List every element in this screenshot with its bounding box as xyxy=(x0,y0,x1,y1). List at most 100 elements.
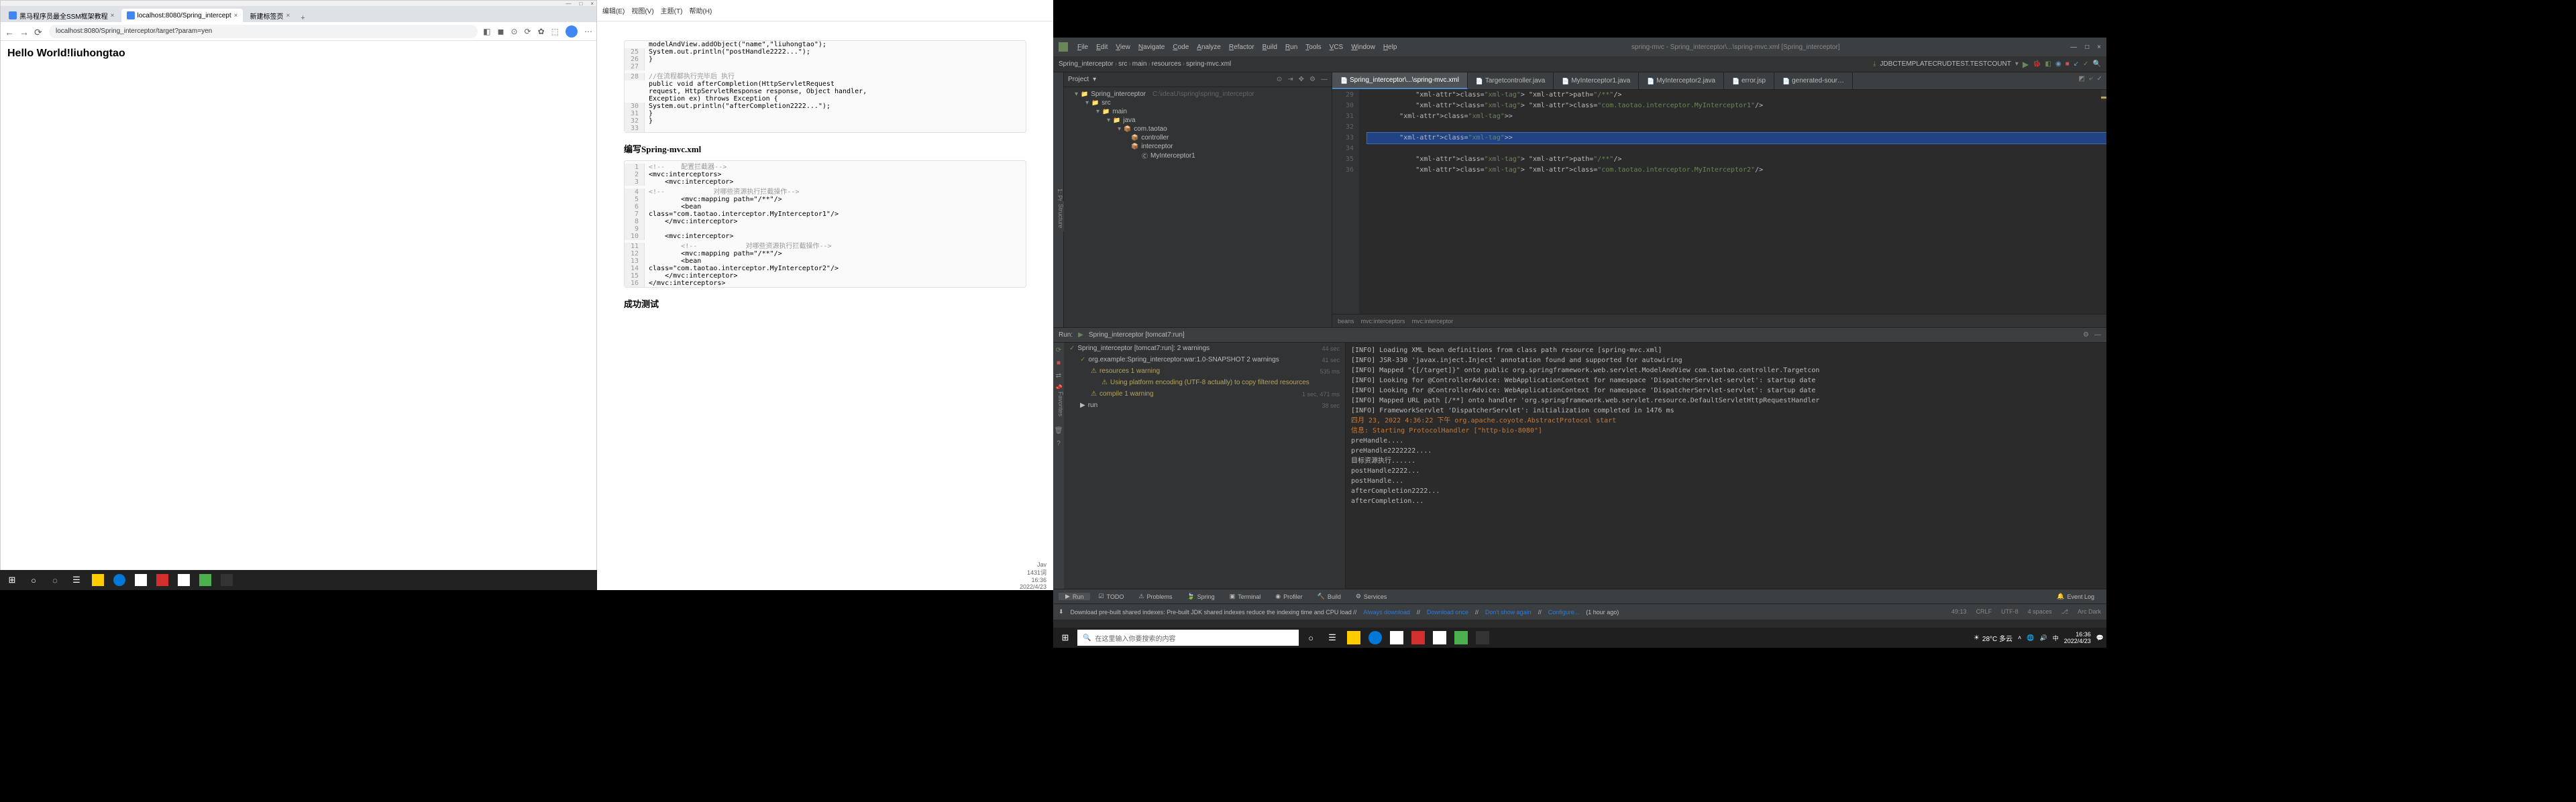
app-icon[interactable] xyxy=(131,572,150,588)
extension-icon[interactable]: ✿ xyxy=(538,27,545,36)
crumb[interactable]: mvc:interceptor xyxy=(1412,318,1454,325)
project-tree[interactable]: ▾📁 Spring_interceptorC:\ideaU\spring\spr… xyxy=(1064,87,1332,164)
bottom-tab-run[interactable]: ▶Run xyxy=(1059,593,1090,600)
hide-icon[interactable]: — xyxy=(1321,76,1328,83)
app-icon[interactable] xyxy=(1452,630,1470,646)
debug-icon[interactable]: 🐞 xyxy=(2033,60,2041,68)
menu-run[interactable]: Run xyxy=(1281,44,1301,51)
event-log-tab[interactable]: 🔔 Event Log xyxy=(2050,593,2101,600)
reader-mode-icon[interactable]: ◩ xyxy=(2079,75,2085,82)
editor-tab[interactable]: 📄Targetcontroller.java xyxy=(1468,72,1554,89)
taskbar-search-input[interactable]: 🔍 在这里输入你要搜索的内容 xyxy=(1077,630,1299,646)
search-icon[interactable]: ○ xyxy=(24,572,43,588)
menu-theme[interactable]: 主题(T) xyxy=(661,5,683,15)
left-toolwindow-stripe[interactable]: 1: Project xyxy=(1053,72,1064,327)
tray-chevron-icon[interactable]: ˄ xyxy=(2018,634,2021,641)
bottom-tab-build[interactable]: 🔨Build xyxy=(1311,593,1348,600)
window-maximize-button[interactable]: □ xyxy=(2085,44,2089,51)
soft-wrap-icon[interactable]: ⤶ xyxy=(2089,75,2093,82)
status-line-sep[interactable]: CRLF xyxy=(1976,608,1992,616)
status-theme[interactable]: Arc Dark xyxy=(2078,608,2101,616)
chevron-down-icon[interactable]: ▾ xyxy=(1093,76,1096,83)
tree-node[interactable]: ▾📦 com.taotao xyxy=(1064,125,1332,133)
app-icon[interactable] xyxy=(1387,630,1406,646)
clear-icon[interactable]: 🗑 xyxy=(1055,427,1063,435)
app-icon[interactable] xyxy=(153,572,172,588)
window-close-button[interactable]: × xyxy=(2097,44,2101,51)
refresh-icon[interactable]: ⟳ xyxy=(34,27,44,36)
status-encoding[interactable]: UTF-8 xyxy=(2001,608,2019,616)
build-icon[interactable]: ⤓ xyxy=(1873,60,1876,68)
extension-icon[interactable]: ⊙ xyxy=(511,27,517,36)
app-icon[interactable] xyxy=(1430,630,1449,646)
menu-view[interactable]: 视图(V) xyxy=(631,5,653,15)
run-build-tree[interactable]: ✓ Spring_interceptor [tomcat7:run]: 2 wa… xyxy=(1064,343,1346,589)
breadcrumb-item[interactable]: main xyxy=(1132,60,1147,68)
url-input[interactable]: localhost:8080/Spring_interceptor/target… xyxy=(49,25,478,38)
menu-navigate[interactable]: Navigate xyxy=(1134,44,1169,51)
run-tree-item[interactable]: ✓ Spring_interceptor [tomcat7:run]: 2 wa… xyxy=(1064,343,1345,354)
locate-icon[interactable]: ⊙ xyxy=(1277,76,1282,83)
status-indent[interactable]: 4 spaces xyxy=(2028,608,2052,616)
extension-icon[interactable]: ⟳ xyxy=(525,27,531,36)
editor-tab[interactable]: 📄MyInterceptor2.java xyxy=(1639,72,1724,89)
tree-node[interactable]: ▾📁 src xyxy=(1064,99,1332,107)
run-tree-item[interactable]: ⚠ resources 1 warning535 ms xyxy=(1064,365,1345,377)
app-icon[interactable] xyxy=(1409,630,1428,646)
menu-view[interactable]: View xyxy=(1112,44,1134,51)
stop-icon[interactable]: ■ xyxy=(1057,359,1061,367)
run-icon[interactable]: ▶ xyxy=(2023,60,2029,69)
stop-icon[interactable]: ■ xyxy=(2065,60,2070,68)
crumb[interactable]: beans xyxy=(1338,318,1354,325)
editor-tab[interactable]: 📄MyInterceptor1.java xyxy=(1554,72,1639,89)
hide-icon[interactable]: — xyxy=(2094,331,2101,339)
download-dontshow-link[interactable]: Don't show again xyxy=(1485,609,1532,616)
git-commit-icon[interactable]: ✓ xyxy=(2083,60,2088,68)
back-icon[interactable]: ← xyxy=(5,27,14,36)
download-once-link[interactable]: Download once xyxy=(1427,609,1468,616)
menu-window[interactable]: Window xyxy=(1347,44,1379,51)
tree-node[interactable]: 📦 interceptor xyxy=(1064,142,1332,151)
window-close-button[interactable]: × xyxy=(590,1,594,7)
search-everywhere-icon[interactable]: 🔍 xyxy=(2093,60,2101,68)
breadcrumb-item[interactable]: resources xyxy=(1152,60,1181,68)
download-always-link[interactable]: Always download xyxy=(1363,609,1410,616)
run-tab-title[interactable]: Spring_interceptor [tomcat7:run] xyxy=(1089,331,1185,339)
run-tree-item[interactable]: ⚠ compile 1 warning1 sec, 471 ms xyxy=(1064,388,1345,400)
tree-node[interactable]: 📦 controller xyxy=(1064,133,1332,142)
collapse-icon[interactable]: ⇥ xyxy=(1287,76,1293,83)
editor-tab[interactable]: 📄generated-sour… xyxy=(1774,72,1853,89)
profile-icon[interactable]: ◉ xyxy=(2055,60,2061,68)
browser-tab[interactable]: 新建标签页 × xyxy=(244,9,295,22)
bottom-tab-problems[interactable]: ⚠Problems xyxy=(1132,593,1179,600)
tree-node[interactable]: Ⓒ MyInterceptor1 xyxy=(1064,151,1332,161)
status-git-branch[interactable]: ⎇ xyxy=(2061,608,2068,616)
editor-tab[interactable]: 📄error.jsp xyxy=(1724,72,1774,89)
cortana-icon[interactable]: ◌ xyxy=(46,572,64,588)
tree-node[interactable]: ▾📁 java xyxy=(1064,116,1332,125)
forward-icon[interactable]: → xyxy=(19,27,29,36)
app-icon[interactable] xyxy=(1473,630,1492,646)
gear-icon[interactable]: ⚙ xyxy=(1309,76,1316,83)
bottom-tab-todo[interactable]: ☑TODO xyxy=(1091,593,1130,600)
left-stripe-favorites[interactable]: Favorites xyxy=(1053,389,1064,419)
window-minimize-button[interactable]: — xyxy=(566,1,571,7)
inspect-icon[interactable]: ✓ xyxy=(2097,75,2102,82)
browser-tab[interactable]: 黑马程序员最全SSM框架教程 × xyxy=(3,9,120,22)
taskview-icon[interactable]: ☰ xyxy=(1323,630,1342,646)
tree-node[interactable]: ▾📁 main xyxy=(1064,107,1332,116)
menu-file[interactable]: File xyxy=(1073,44,1092,51)
download-configure-link[interactable]: Configure... xyxy=(1548,609,1580,616)
run-tree-item[interactable]: ⚠ Using platform encoding (UTF-8 actuall… xyxy=(1064,377,1345,388)
run-console[interactable]: [INFO] Loading XML bean definitions from… xyxy=(1346,343,2106,589)
rerun-icon[interactable]: ⟳ xyxy=(1056,347,1061,354)
tray-network-icon[interactable]: 🌐 xyxy=(2027,634,2034,642)
extension-icon[interactable]: ◼ xyxy=(498,27,504,36)
run-config-dropdown[interactable]: JDBCTEMPLATECRUDTEST.TESTCOUNT xyxy=(1880,60,2010,68)
menu-edit[interactable]: 编辑(E) xyxy=(602,5,625,15)
tab-close-icon[interactable]: × xyxy=(234,12,238,19)
bottom-tab-terminal[interactable]: ▣Terminal xyxy=(1223,593,1268,600)
app-icon[interactable] xyxy=(196,572,215,588)
menu-tools[interactable]: Tools xyxy=(1301,44,1325,51)
taskbar-clock[interactable]: 16:36 2022/4/23 xyxy=(2064,631,2091,644)
